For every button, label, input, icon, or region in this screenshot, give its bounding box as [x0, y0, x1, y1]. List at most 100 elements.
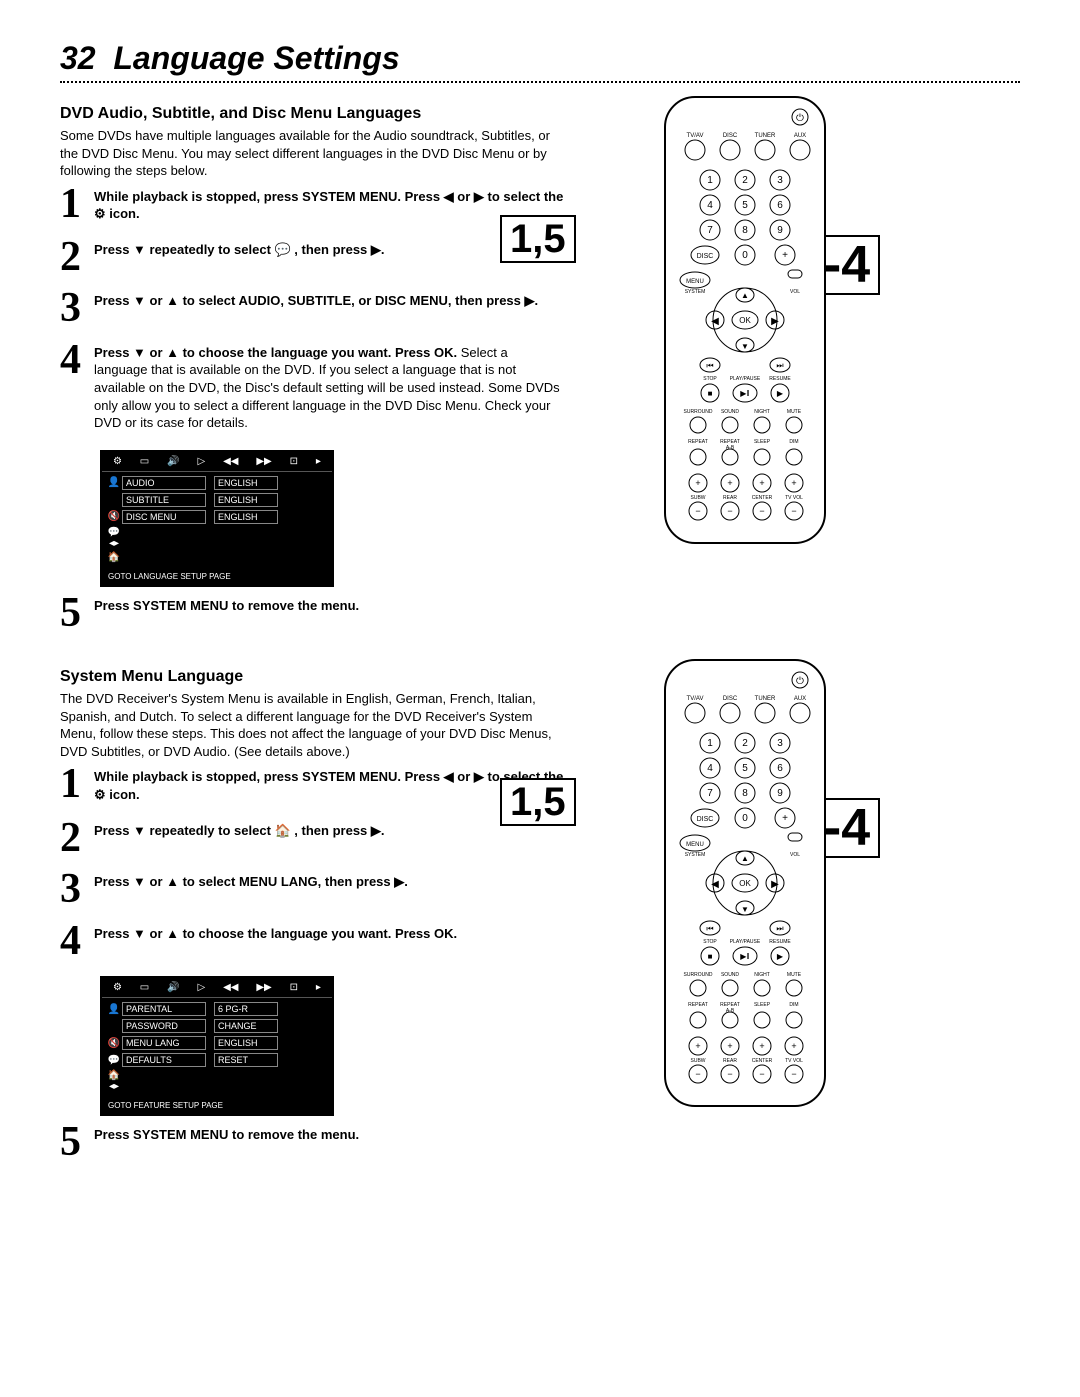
osd-value: RESET: [214, 1053, 278, 1067]
svg-text:NIGHT: NIGHT: [754, 972, 770, 978]
svg-text:MUTE: MUTE: [787, 409, 802, 415]
svg-text:DIM: DIM: [789, 1002, 798, 1008]
step: 1 While playback is stopped, press SYSTE…: [60, 768, 570, 803]
osd-value: ENGLISH: [214, 1036, 278, 1050]
svg-text:■: ■: [708, 952, 713, 961]
osd-item: SUBTITLE: [122, 493, 206, 507]
osd-item: AUDIO: [122, 476, 206, 490]
svg-text:AUX: AUX: [794, 133, 806, 139]
svg-text:−: −: [727, 506, 732, 516]
callout-1-5: 1,5: [500, 215, 576, 263]
osd-item: PASSWORD: [122, 1019, 206, 1033]
svg-text:SOUND: SOUND: [721, 972, 739, 978]
svg-text:9: 9: [777, 225, 783, 236]
osd-tab-icon: 🔊: [167, 456, 179, 467]
svg-text:−: −: [791, 1069, 796, 1079]
svg-text:OK: OK: [739, 316, 751, 325]
svg-text:SYSTEM: SYSTEM: [685, 852, 706, 858]
svg-text:3: 3: [777, 738, 783, 749]
svg-text:SURROUND: SURROUND: [684, 972, 713, 978]
svg-text:MUTE: MUTE: [787, 972, 802, 978]
svg-text:⏮: ⏮: [706, 361, 713, 370]
section1-title: DVD Audio, Subtitle, and Disc Menu Langu…: [60, 105, 570, 123]
step-text: While playback is stopped, press SYSTEM …: [94, 768, 564, 803]
osd-tab-icon: ▷: [197, 456, 205, 467]
svg-text:⏻: ⏻: [796, 676, 804, 687]
svg-text:VOL: VOL: [790, 852, 800, 858]
svg-text:4: 4: [707, 763, 713, 774]
svg-text:REAR: REAR: [723, 1058, 737, 1064]
svg-text:CENTER: CENTER: [752, 495, 773, 501]
svg-text:+: +: [759, 1041, 764, 1051]
svg-text:−: −: [695, 506, 700, 516]
svg-text:▶‖: ▶‖: [740, 389, 749, 398]
svg-text:+: +: [791, 478, 796, 488]
step: 3 Press ▼ or ▲ to select AUDIO, SUBTITLE…: [60, 292, 570, 326]
callout-1-5: 1,5: [500, 778, 576, 826]
osd-item: DEFAULTS: [122, 1053, 206, 1067]
osd-item: PARENTAL: [122, 1002, 206, 1016]
step: 5 Press SYSTEM MENU to remove the menu.: [60, 1126, 570, 1160]
svg-text:0: 0: [742, 250, 748, 261]
svg-text:TUNER: TUNER: [755, 696, 776, 702]
step-text: Press ▼ or ▲ to choose the language you …: [94, 925, 457, 943]
svg-text:REPEAT: REPEAT: [688, 439, 708, 445]
svg-text:RESUME: RESUME: [769, 939, 791, 945]
remote-control-diagram: ⏻ TV/AV DISC TUNER AUX 1 2 3 4 5 6: [660, 95, 830, 548]
svg-text:+: +: [782, 250, 788, 261]
osd-menu-feature: ⚙▭🔊▷◀◀▶▶⊡▸ 👤PARENTAL6 PG-R PASSWORDCHANG…: [100, 976, 334, 1116]
svg-text:2: 2: [742, 175, 748, 186]
page-title: 32 Language Settings: [60, 40, 1020, 77]
svg-text:SOUND: SOUND: [721, 409, 739, 415]
svg-text:5: 5: [742, 200, 748, 211]
osd-footer: GOTO FEATURE SETUP PAGE: [102, 1097, 332, 1114]
svg-text:8: 8: [742, 225, 748, 236]
step-text: Press ▼ or ▲ to choose the language you …: [94, 344, 564, 432]
svg-text:2: 2: [742, 738, 748, 749]
step-number: 4: [60, 344, 94, 378]
svg-text:7: 7: [707, 788, 713, 799]
section1-intro: Some DVDs have multiple languages availa…: [60, 127, 570, 180]
step: 4 Press ▼ or ▲ to choose the language yo…: [60, 925, 570, 959]
step-text: Press SYSTEM MENU to remove the menu.: [94, 597, 359, 615]
svg-text:NIGHT: NIGHT: [754, 409, 770, 415]
osd-value: CHANGE: [214, 1019, 278, 1033]
step-number: 3: [60, 873, 94, 907]
step: 1 While playback is stopped, press SYSTE…: [60, 188, 570, 223]
svg-text:▲: ▲: [741, 854, 749, 863]
svg-text:▶: ▶: [771, 316, 779, 327]
svg-text:−: −: [759, 506, 764, 516]
step-number: 2: [60, 822, 94, 856]
svg-text:MENU: MENU: [686, 842, 704, 848]
step: 5 Press SYSTEM MENU to remove the menu.: [60, 597, 570, 631]
svg-text:0: 0: [742, 813, 748, 824]
step-number: 1: [60, 768, 94, 802]
svg-text:SUBW: SUBW: [691, 495, 706, 501]
remote-callouts: 1,5: [500, 215, 576, 263]
step-text: Press ▼ repeatedly to select 💬 , then pr…: [94, 241, 385, 259]
svg-text:▼: ▼: [741, 905, 749, 914]
svg-text:1: 1: [707, 175, 713, 186]
step: 3 Press ▼ or ▲ to select MENU LANG, then…: [60, 873, 570, 907]
svg-text:⏭: ⏭: [776, 924, 783, 933]
svg-text:5: 5: [742, 763, 748, 774]
svg-text:TV/AV: TV/AV: [687, 696, 704, 702]
page-heading: Language Settings: [113, 40, 399, 76]
osd-footer: GOTO LANGUAGE SETUP PAGE: [102, 568, 332, 585]
svg-text:−: −: [791, 506, 796, 516]
step-text: Press ▼ repeatedly to select 🏠 , then pr…: [94, 822, 385, 840]
svg-text:⏻: ⏻: [796, 113, 804, 124]
osd-tab-icon: ▸: [316, 456, 321, 467]
step-number: 5: [60, 597, 94, 631]
osd-tab-icon: ⚙: [113, 456, 122, 467]
svg-text:−: −: [695, 1069, 700, 1079]
svg-text:4: 4: [707, 200, 713, 211]
osd-tab-icon: ◀◀: [223, 456, 238, 467]
osd-value: ENGLISH: [214, 476, 278, 490]
remote-callouts: 1,5: [500, 778, 576, 826]
svg-text:+: +: [727, 1041, 732, 1051]
svg-text:6: 6: [777, 200, 783, 211]
step-number: 2: [60, 241, 94, 275]
osd-value: 6 PG-R: [214, 1002, 278, 1016]
svg-text:▶‖: ▶‖: [740, 952, 749, 961]
